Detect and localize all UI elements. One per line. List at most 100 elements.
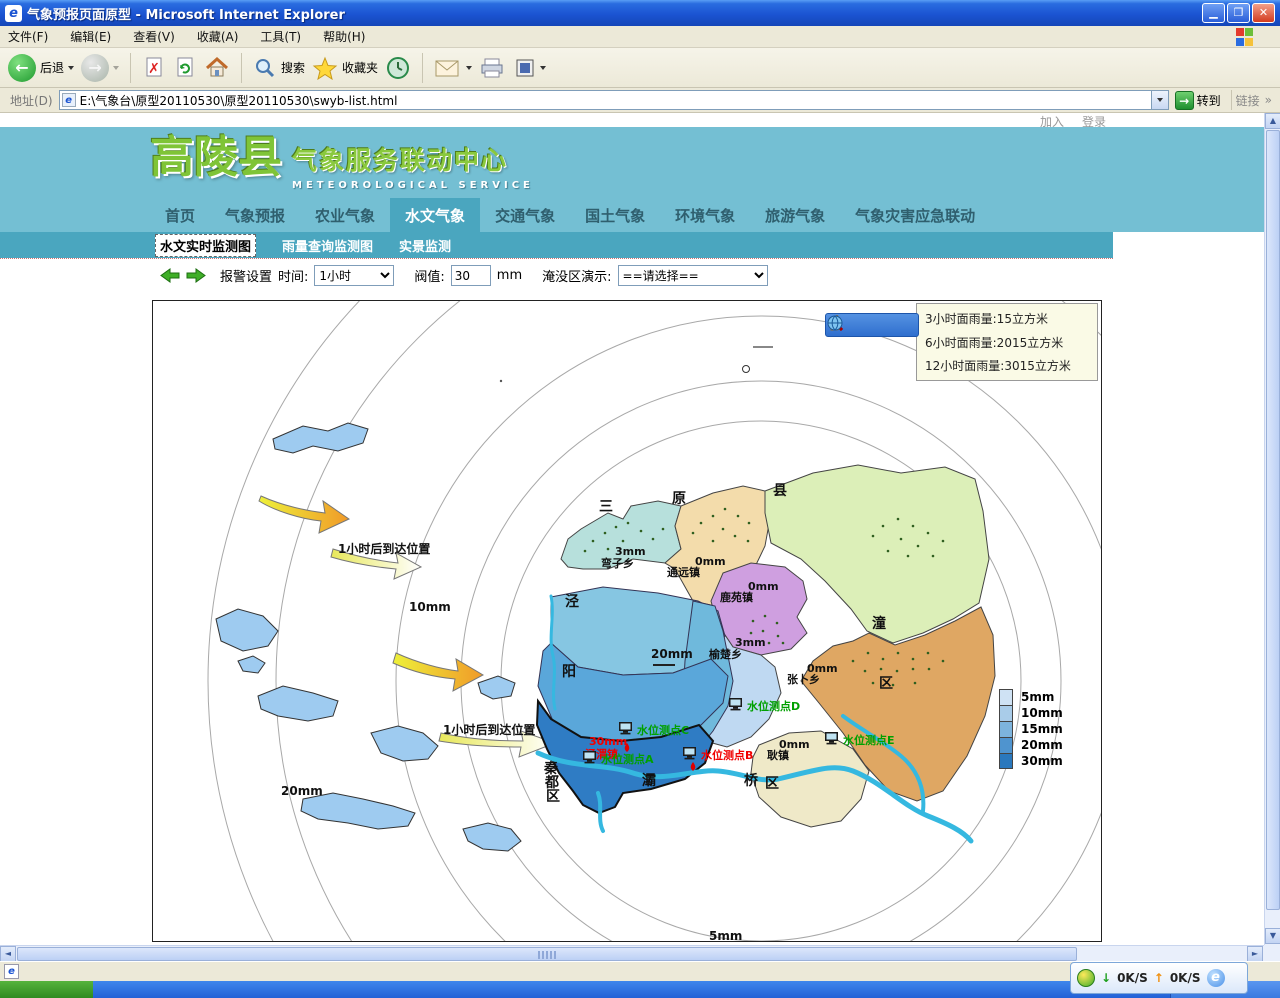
nav-weather-forecast[interactable]: 气象预报 — [210, 198, 300, 232]
station-C-label: 水位测点C — [637, 723, 689, 737]
rain-6h: 6小时面雨量:2015立方米 — [925, 334, 1089, 351]
address-bar: 地址(D) e E:\气象台\原型20110530\原型20110530\swy… — [0, 88, 1280, 113]
top-strip: 加入 登录 — [0, 113, 1264, 127]
favorites-button[interactable]: 收藏夹 — [312, 56, 378, 80]
close-button[interactable]: ✕ — [1252, 3, 1275, 23]
nav-traffic[interactable]: 交通气象 — [480, 198, 570, 232]
nav-home[interactable]: 首页 — [150, 198, 210, 232]
toolbar-separator — [422, 53, 423, 83]
nav-environment[interactable]: 环境气象 — [660, 198, 750, 232]
cloud-shapes — [216, 423, 521, 851]
time-select[interactable]: 1小时 — [314, 265, 394, 286]
address-label: 地址(D) — [10, 92, 53, 109]
stop-button[interactable]: ✗ — [142, 56, 166, 80]
scroll-down-button[interactable]: ▼ — [1265, 928, 1280, 944]
legend-item: 5mm — [999, 689, 1063, 705]
scroll-left-button[interactable]: ◄ — [0, 946, 16, 962]
refresh-button[interactable] — [173, 56, 197, 80]
control-bar: 报警设置 时间: 1小时 阀值: mm 淹没区演示: ==请选择== — [0, 258, 1113, 292]
start-button[interactable] — [0, 981, 93, 998]
legend-item: 30mm — [999, 753, 1063, 769]
print-icon — [479, 56, 507, 80]
neighbor-qu-south: 区 — [765, 776, 779, 792]
search-button[interactable]: 搜索 — [253, 56, 305, 80]
legend-item: 20mm — [999, 737, 1063, 753]
nav-agriculture[interactable]: 农业气象 — [300, 198, 390, 232]
alert-town-rain: 30mm — [589, 735, 627, 748]
threshold-label: 阀值: — [414, 266, 444, 285]
legend-item: 10mm — [999, 705, 1063, 721]
mail-button[interactable] — [434, 57, 472, 79]
legend-item: 15mm — [999, 721, 1063, 737]
download-arrow-icon: ↓ — [1101, 971, 1111, 985]
links-label: 链接 — [1236, 92, 1260, 109]
neighbor-jing: 泾 — [565, 593, 579, 610]
edit-dropdown-icon[interactable] — [540, 66, 546, 70]
prev-arrow-button[interactable] — [160, 268, 180, 283]
next-arrow-button[interactable] — [186, 268, 206, 283]
nav-hydrology[interactable]: 水文气象 — [390, 198, 480, 232]
ie-tray-icon[interactable]: e — [1207, 969, 1225, 987]
print-button[interactable] — [479, 56, 507, 80]
back-dropdown-icon[interactable] — [68, 66, 74, 70]
inner-contour-20mm: 20mm — [651, 647, 693, 661]
label-gengzhen: 耿镇 — [767, 748, 789, 762]
minimize-button[interactable]: ▁ — [1202, 3, 1225, 23]
upload-speed: 0K/S — [1170, 971, 1201, 985]
neighbor-qiao: 桥 — [744, 772, 759, 789]
horizontal-scrollbar[interactable]: ◄ ► — [0, 945, 1264, 961]
back-button[interactable]: ← 后退 — [8, 54, 74, 82]
subtab-live-view[interactable]: 实景监测 — [399, 236, 451, 255]
home-button[interactable] — [204, 56, 230, 80]
threshold-unit: mm — [497, 268, 522, 283]
menu-edit[interactable]: 编辑(E) — [70, 28, 111, 45]
go-button[interactable]: → 转到 — [1175, 91, 1221, 110]
station-A-label: 水位测点A — [601, 752, 654, 766]
scroll-up-button[interactable]: ▲ — [1265, 113, 1280, 129]
scroll-right-button[interactable]: ► — [1247, 946, 1263, 962]
hydrology-map[interactable]: 10mm 20mm 5mm 1小时后到达位置 1 — [152, 300, 1102, 942]
edit-button[interactable] — [514, 57, 546, 79]
subtab-rain-query[interactable]: 雨量查询监测图 — [282, 236, 373, 255]
vertical-scrollbar[interactable]: ▲ ▼ — [1264, 113, 1280, 945]
station-B-label: 水位测点B — [701, 748, 753, 762]
threshold-input[interactable] — [451, 265, 491, 286]
subtab-realtime-monitor[interactable]: 水文实时监测图 — [155, 234, 256, 257]
address-input[interactable]: e E:\气象台\原型20110530\原型20110530\swyb-list… — [59, 90, 1152, 110]
forward-button[interactable]: → — [81, 54, 119, 82]
mail-dropdown-icon[interactable] — [466, 66, 472, 70]
maximize-button[interactable]: ❐ — [1227, 3, 1250, 23]
menu-bar: 文件(F) 编辑(E) 查看(V) 收藏(A) 工具(T) 帮助(H) — [0, 26, 1280, 48]
address-value: E:\气象台\原型20110530\原型20110530\swyb-list.h… — [80, 92, 398, 109]
net-speed-widget[interactable]: ↓ 0K/S ↑ 0K/S e — [1070, 962, 1248, 994]
links-button[interactable]: 链接 » — [1236, 92, 1272, 109]
ie-window-icon: e — [5, 5, 22, 22]
nav-disaster-emergency[interactable]: 气象灾害应急联动 — [840, 198, 990, 232]
vertical-scroll-thumb[interactable] — [1266, 130, 1280, 910]
menu-help[interactable]: 帮助(H) — [323, 28, 365, 45]
horizontal-scroll-thumb[interactable] — [17, 947, 1077, 961]
back-label: 后退 — [40, 59, 64, 76]
alarm-settings-label: 报警设置 — [220, 266, 272, 285]
go-label: 转到 — [1197, 92, 1221, 109]
globe-icon[interactable] — [826, 314, 844, 332]
neighbor-san: 三 — [599, 499, 613, 515]
flood-demo-select[interactable]: ==请选择== — [618, 265, 768, 286]
menu-favorites[interactable]: 收藏(A) — [197, 28, 239, 45]
arrow-label-2: 1小时后到达位置 — [443, 722, 535, 737]
address-separator — [1231, 90, 1232, 110]
svg-text:✗: ✗ — [148, 61, 160, 77]
search-icon — [253, 56, 277, 80]
address-dropdown-button[interactable] — [1152, 90, 1169, 110]
menu-tools[interactable]: 工具(T) — [260, 28, 301, 45]
menu-file[interactable]: 文件(F) — [8, 28, 48, 45]
rain-3h: 3小时面雨量:15立方米 — [925, 310, 1089, 327]
flood-demo-label: 淹没区演示: — [542, 266, 611, 285]
upload-arrow-icon: ↑ — [1154, 971, 1164, 985]
map-toolbar — [825, 313, 919, 337]
nav-tourism[interactable]: 旅游气象 — [750, 198, 840, 232]
menu-view[interactable]: 查看(V) — [133, 28, 175, 45]
history-button[interactable] — [385, 55, 411, 81]
station-B[interactable]: 水位测点B — [683, 747, 753, 771]
nav-land[interactable]: 国土气象 — [570, 198, 660, 232]
